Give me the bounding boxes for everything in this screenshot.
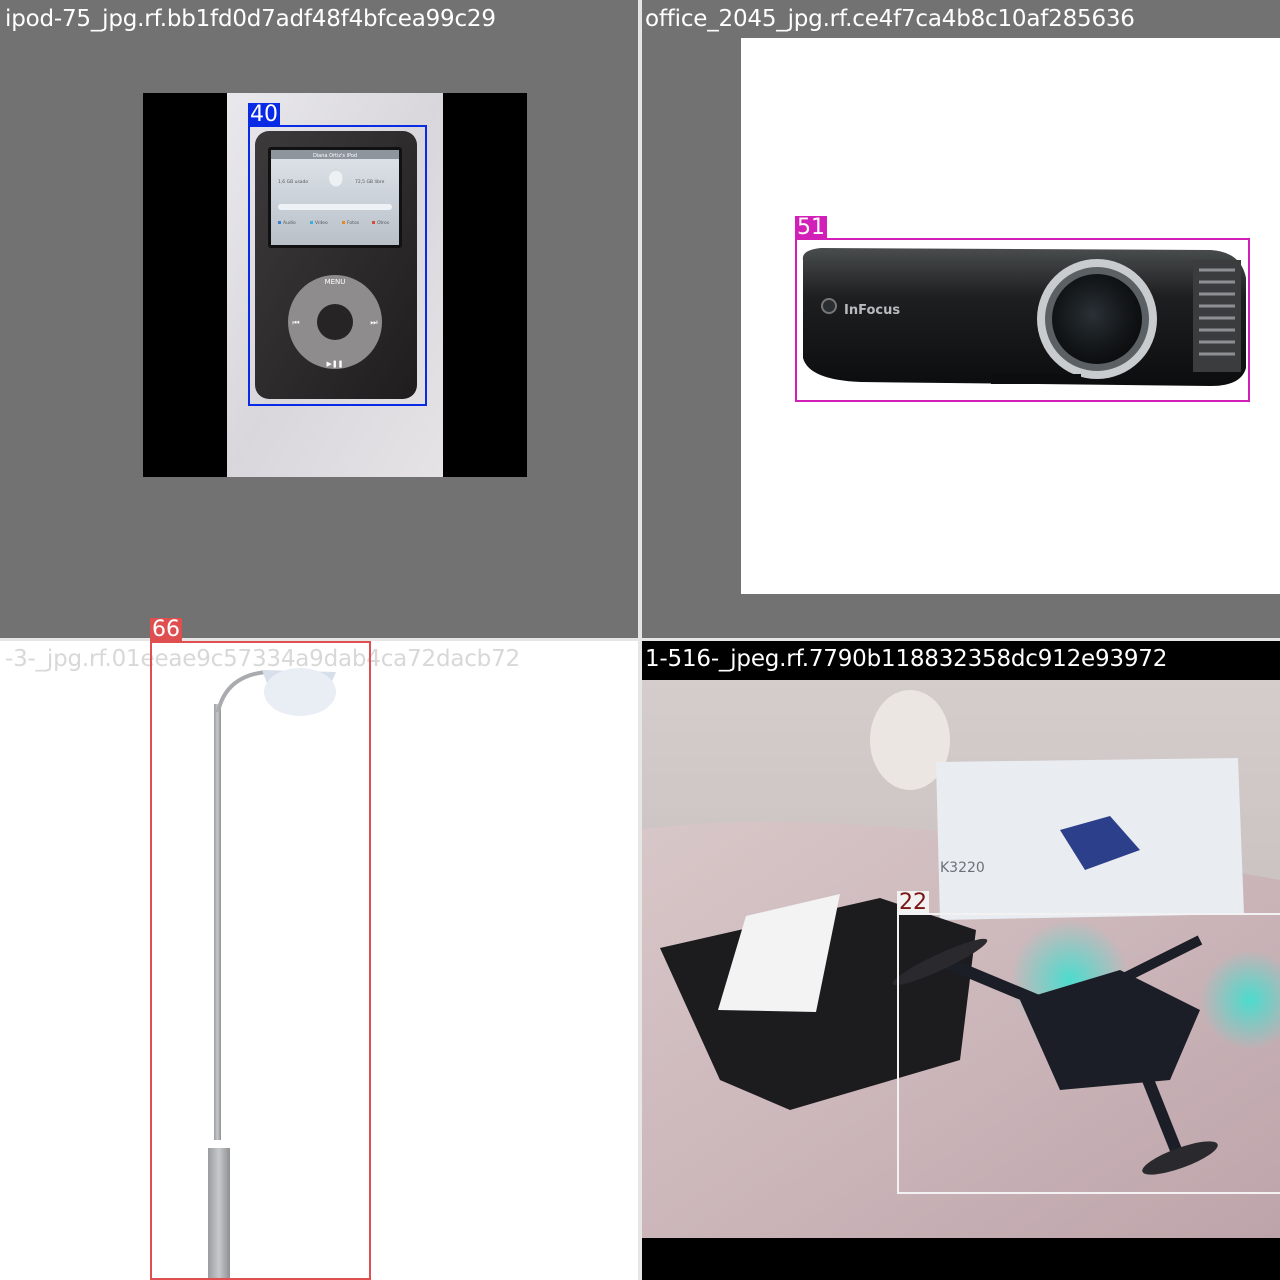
bounding-box-ipod	[248, 125, 427, 406]
box-label-ipod: 40	[248, 102, 280, 127]
bounding-box-lamp	[150, 641, 371, 1280]
image-filename: 1-516-_jpeg.rf.7790b118832358dc912e93972	[645, 646, 1168, 672]
mosaic-tile-ipod: ipod-75_jpg.rf.bb1fd0d7adf48f4bfcea99c29…	[0, 0, 640, 640]
box-label-drone: 22	[897, 890, 929, 915]
image-filename: ipod-75_jpg.rf.bb1fd0d7adf48f4bfcea99c29	[5, 6, 496, 32]
drone-box-print: K3220	[940, 860, 985, 876]
box-label-lamp: 66	[150, 617, 182, 642]
image-filename: office_2045_jpg.rf.ce4f7ca4b8c10af285636	[645, 6, 1135, 32]
mosaic-divider-horizontal	[0, 638, 1280, 641]
mosaic-tile-drone: 1-516-_jpeg.rf.7790b118832358dc912e93972…	[640, 640, 1280, 1280]
mosaic-tile-lamp: -3-_jpg.rf.01eeae9c57334a9dab4ca72dacb72	[0, 640, 640, 1280]
bounding-box-drone	[897, 913, 1280, 1194]
bounding-box-projector	[795, 238, 1250, 402]
box-label-projector: 51	[795, 215, 827, 240]
mosaic-tile-projector: office_2045_jpg.rf.ce4f7ca4b8c10af285636	[640, 0, 1280, 640]
